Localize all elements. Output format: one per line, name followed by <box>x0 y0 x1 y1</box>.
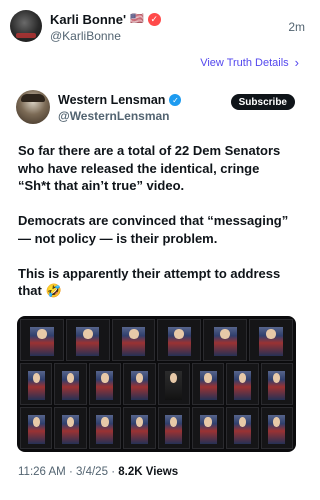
tweet-time: 11:26 AM <box>18 466 66 478</box>
video-grid-image[interactable] <box>17 316 296 452</box>
video-thumbnail <box>157 407 190 449</box>
view-details-label: View Truth Details <box>200 56 289 69</box>
tweet-paragraph: So far there are a total of 22 Dem Senat… <box>18 143 281 193</box>
video-thumbnail <box>157 363 190 405</box>
video-thumbnail <box>226 407 259 449</box>
tweet-paragraph: Democrats are convinced that “messaging”… <box>18 213 289 246</box>
video-thumbnail <box>20 407 53 449</box>
post-timestamp: 2m <box>288 20 305 34</box>
video-thumbnail <box>260 363 293 405</box>
tweet-paragraph: This is apparently their attempt to addr… <box>18 265 294 300</box>
video-thumbnail <box>65 319 110 361</box>
video-thumbnail <box>54 363 87 405</box>
us-flag-icon: 🇺🇸 <box>130 13 144 25</box>
verified-check-icon: ✓ <box>169 94 182 106</box>
tweet-author-avatar[interactable] <box>16 90 50 124</box>
author-handle[interactable]: @KarliBonne <box>50 29 121 43</box>
verified-badge-icon: ✓ <box>147 13 161 26</box>
laughing-emoji-icon: 🤣 <box>45 283 62 298</box>
video-grid-row <box>20 407 293 449</box>
video-thumbnail <box>20 363 53 405</box>
video-thumbnail <box>157 319 202 361</box>
views-count: 8.2K <box>118 466 143 478</box>
video-thumbnail <box>260 407 293 449</box>
truth-post-header: Karli Bonne' 🇺🇸 ✓ @KarliBonne 2m <box>10 10 305 44</box>
video-grid-row <box>20 363 293 405</box>
view-truth-details-link[interactable]: View Truth Details › <box>200 56 299 69</box>
video-thumbnail <box>54 407 87 449</box>
meta-separator: · <box>111 466 116 478</box>
tweet-author-name[interactable]: Western Lensman <box>58 93 165 107</box>
subscribe-button[interactable]: Subscribe <box>230 94 295 110</box>
video-thumbnail <box>20 319 64 361</box>
video-thumbnail <box>191 363 225 405</box>
tweet-body: So far there are a total of 22 Dem Senat… <box>18 142 294 300</box>
tweet-meta: 11:26 AM · 3/4/25 · 8.2K Views <box>18 466 178 478</box>
tweet-author-name-row: Western Lensman ✓ <box>58 93 182 107</box>
video-thumbnail <box>203 319 248 361</box>
author-avatar[interactable] <box>10 10 42 42</box>
video-thumbnail <box>249 319 293 361</box>
chevron-right-icon: › <box>294 55 299 70</box>
author-name-row: Karli Bonne' 🇺🇸 ✓ <box>50 12 161 27</box>
video-thumbnail <box>123 407 156 449</box>
video-thumbnail <box>111 319 156 361</box>
video-thumbnail <box>123 363 156 405</box>
author-name[interactable]: Karli Bonne' <box>50 12 126 27</box>
video-thumbnail <box>226 363 259 405</box>
video-grid-row <box>20 319 293 361</box>
embedded-tweet-card[interactable]: Western Lensman ✓ @WesternLensman Subscr… <box>12 80 303 490</box>
video-thumbnail <box>88 363 122 405</box>
tweet-author-handle[interactable]: @WesternLensman <box>58 109 170 123</box>
video-thumbnail <box>88 407 122 449</box>
tweet-date: 3/4/25 <box>76 466 108 478</box>
meta-separator: · <box>68 466 73 478</box>
video-thumbnail <box>191 407 225 449</box>
views-label: Views <box>145 466 179 478</box>
